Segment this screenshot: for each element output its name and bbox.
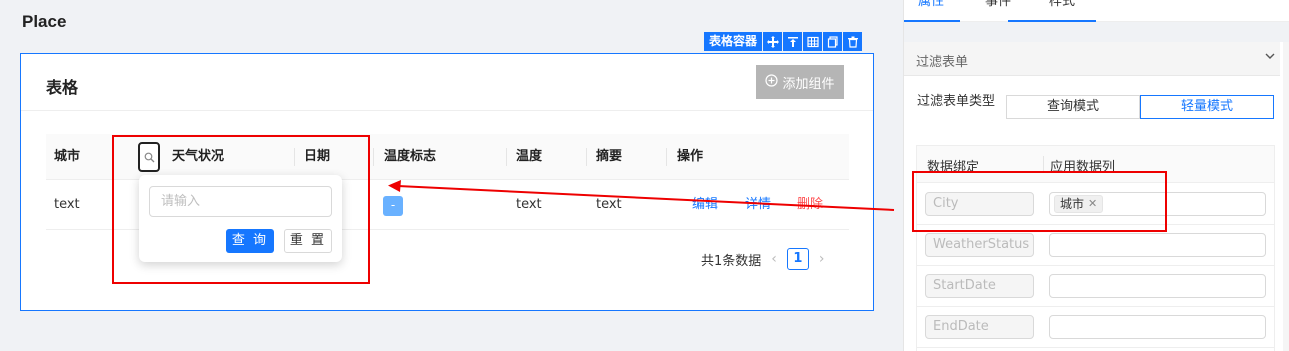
tab-properties[interactable]: 属性 <box>918 0 944 9</box>
column-separator <box>1043 156 1044 173</box>
search-icon[interactable] <box>138 142 160 172</box>
query-mode-option[interactable]: 查询模式 <box>1006 95 1140 119</box>
delete-link[interactable]: 删除 <box>797 180 823 230</box>
properties-panel: 属性 事件 样式 过滤表单 过滤表单类型 查询模式 轻量模式 数据绑定 应用数据… <box>903 0 1289 351</box>
edit-link[interactable]: 编辑 <box>692 180 718 230</box>
tab-events[interactable]: 事件 <box>985 0 1011 9</box>
column-header-temperature: 温度 <box>516 149 543 164</box>
column-header-actions: 操作 <box>677 149 704 164</box>
panel-scrollbar[interactable] <box>1283 42 1289 351</box>
temp-flag-badge: - <box>383 196 403 216</box>
cell-summary: text <box>596 197 622 212</box>
card-title: 表格 <box>46 78 79 97</box>
close-icon[interactable]: ✕ <box>1088 196 1097 212</box>
page-title: Place <box>22 12 67 31</box>
card-divider <box>21 110 873 111</box>
binding-header-column: 应用数据列 <box>1050 160 1116 175</box>
filter-form-section-header[interactable]: 过滤表单 <box>904 42 1280 76</box>
column-separator <box>373 148 374 166</box>
binding-row: EndDate <box>917 307 1274 348</box>
component-toolbar: 表格容器 <box>704 32 863 51</box>
binding-table: 数据绑定 应用数据列 City 城市 ✕ WeatherStatus Start… <box>916 145 1275 351</box>
align-top-icon[interactable] <box>783 32 803 51</box>
binding-row: City 城市 ✕ <box>917 184 1274 225</box>
chevron-down-icon[interactable] <box>1264 50 1276 66</box>
column-select[interactable] <box>1049 233 1266 257</box>
filter-popover: 查 询 重 置 <box>139 175 342 262</box>
panel-tabs: 属性 事件 样式 <box>904 0 1289 22</box>
cell-temperature: text <box>516 197 542 212</box>
plus-circle-icon <box>765 73 779 91</box>
table-header: 城市 天气状况 日期 温度标志 温度 摘要 操作 <box>46 134 849 180</box>
binding-field: EndDate <box>925 315 1034 339</box>
binding-field: StartDate <box>925 274 1034 298</box>
binding-field: City <box>925 192 1034 216</box>
delete-icon[interactable] <box>843 32 863 51</box>
binding-header-field: 数据绑定 <box>927 160 980 175</box>
tab-style[interactable]: 样式 <box>1049 0 1075 9</box>
column-select[interactable]: 城市 ✕ <box>1049 192 1266 216</box>
next-page-icon[interactable]: › <box>819 251 825 267</box>
column-separator <box>666 148 667 166</box>
column-header-temp-flag: 温度标志 <box>384 149 437 164</box>
filter-type-label: 过滤表单类型 <box>917 94 996 109</box>
column-header-city: 城市 <box>54 149 81 164</box>
copy-icon[interactable] <box>823 32 843 51</box>
column-header-date: 日期 <box>304 149 331 164</box>
column-header-weather: 天气状况 <box>172 149 225 164</box>
add-component-label: 添加组件 <box>782 76 835 92</box>
chip-label: 城市 <box>1060 197 1085 211</box>
filter-input[interactable] <box>149 186 332 217</box>
reset-button[interactable]: 重 置 <box>284 229 332 253</box>
column-select[interactable] <box>1049 274 1266 298</box>
column-header-summary: 摘要 <box>596 149 623 164</box>
binding-table-header: 数据绑定 应用数据列 <box>917 146 1274 183</box>
section-title: 过滤表单 <box>916 55 969 70</box>
page-1-button[interactable]: 1 <box>786 248 809 270</box>
component-type-tag[interactable]: 表格容器 <box>704 32 763 51</box>
cell-city: text <box>54 197 80 212</box>
total-count: 共1条数据 <box>701 253 762 269</box>
panel-spacer <box>904 22 1289 42</box>
query-button[interactable]: 查 询 <box>226 229 274 253</box>
light-mode-option[interactable]: 轻量模式 <box>1140 95 1274 119</box>
add-component-button[interactable]: 添加组件 <box>756 65 844 99</box>
column-separator <box>586 148 587 166</box>
binding-field: WeatherStatus <box>925 233 1034 257</box>
move-icon[interactable] <box>763 32 783 51</box>
column-chip: 城市 ✕ <box>1054 195 1104 213</box>
table-icon[interactable] <box>803 32 823 51</box>
binding-row: StartDate <box>917 266 1274 307</box>
binding-row: WeatherStatus <box>917 225 1274 266</box>
prev-page-icon[interactable]: ‹ <box>771 251 777 267</box>
detail-link[interactable]: 详情 <box>745 180 771 230</box>
column-separator <box>506 148 507 166</box>
column-separator <box>294 148 295 166</box>
design-canvas: Place 表格容器 表格 添加组件 城市 天气状况 日期 温度标志 温度 摘要… <box>0 0 893 351</box>
column-select[interactable] <box>1049 315 1266 339</box>
pagination: 共1条数据 ‹ 1 › <box>701 247 825 271</box>
